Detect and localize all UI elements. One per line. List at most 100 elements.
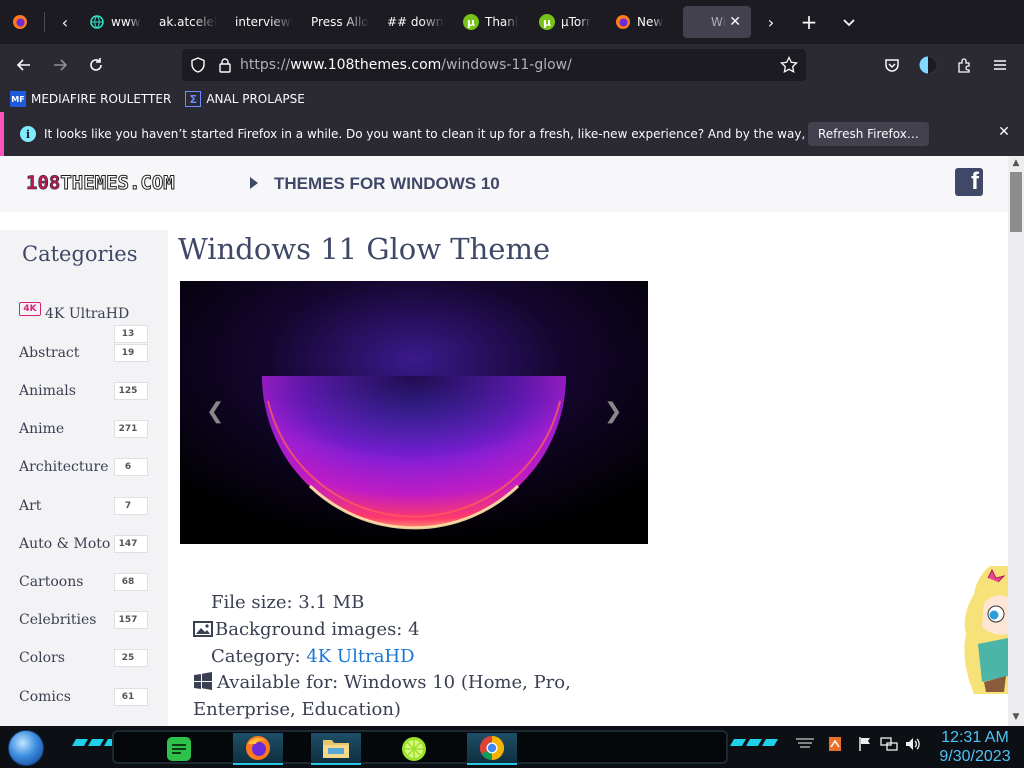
facebook-icon[interactable]: f xyxy=(955,168,983,196)
decorative-chevrons xyxy=(729,739,779,747)
utorrent-icon: µ xyxy=(463,14,479,30)
wallpaper-preview xyxy=(180,281,648,544)
firefox-view-icon[interactable] xyxy=(0,6,40,38)
network-icon[interactable] xyxy=(880,736,898,756)
show-desktop-icon[interactable] xyxy=(794,736,816,754)
tab-4[interactable]: Press Allo xyxy=(303,6,379,38)
category-abstract[interactable]: Abstract xyxy=(19,345,79,361)
refresh-firefox-button[interactable]: Refresh Firefox… xyxy=(808,122,929,146)
taskbar-file-explorer[interactable] xyxy=(311,733,361,765)
category-count: 271 xyxy=(114,420,148,438)
tab-title: Thanl xyxy=(485,15,519,29)
caret-right-icon xyxy=(250,177,258,189)
tab-7[interactable]: µ µTorr xyxy=(531,6,607,38)
pocket-icon[interactable] xyxy=(874,49,910,81)
carousel-prev-icon[interactable]: ❮ xyxy=(206,399,224,424)
available-for-continued: Enterprise, Education) xyxy=(193,699,401,720)
category-label: Category: xyxy=(211,646,307,667)
bookmark-label: ANAL PROLAPSE xyxy=(206,92,305,106)
tab-title: New xyxy=(637,15,664,29)
extensions-icon[interactable] xyxy=(946,49,982,81)
category-anime[interactable]: Anime xyxy=(19,421,64,437)
tray-app-icon[interactable] xyxy=(828,736,842,756)
section-link[interactable]: THEMES FOR WINDOWS 10 xyxy=(274,174,500,194)
taskbar-lime-app[interactable] xyxy=(389,733,439,765)
taskbar-chrome[interactable] xyxy=(467,733,517,765)
scrollbar-thumb[interactable] xyxy=(1010,172,1022,232)
url-scheme: https:// xyxy=(240,57,291,73)
tab-title: ## downl xyxy=(387,15,445,29)
list-tabs-icon[interactable] xyxy=(833,6,865,38)
url-bar[interactable]: https://www.108themes.com/windows-11-glo… xyxy=(182,49,806,81)
category-count: 13 xyxy=(114,325,148,343)
page-title: Windows 11 Glow Theme xyxy=(178,232,551,266)
category-count: 68 xyxy=(114,573,148,591)
start-button[interactable] xyxy=(8,730,44,766)
globe-icon xyxy=(89,14,105,30)
close-tab-icon[interactable]: ✕ xyxy=(729,14,741,30)
system-clock[interactable]: 12:31 AM 9/30/2023 xyxy=(930,728,1020,766)
category-count: 61 xyxy=(114,688,148,706)
category-cartoons[interactable]: Cartoons xyxy=(19,574,83,590)
lock-icon[interactable] xyxy=(218,57,232,73)
carousel-next-icon[interactable]: ❯ xyxy=(604,399,622,424)
4k-badge-icon: 4K xyxy=(19,302,41,316)
reload-icon[interactable] xyxy=(78,49,114,81)
category-link[interactable]: 4K UltraHD xyxy=(306,646,414,667)
tab-title: Wi xyxy=(711,15,726,29)
page-scrollbar[interactable]: ▲ ▼ xyxy=(1008,156,1024,726)
navigation-toolbar: https://www.108themes.com/windows-11-glo… xyxy=(0,44,1024,86)
category-count: 7 xyxy=(114,497,148,515)
firefox-icon xyxy=(246,736,270,760)
account-icon[interactable] xyxy=(910,49,946,81)
category-colors[interactable]: Colors xyxy=(19,650,65,666)
tab-2[interactable]: ak.atceleb xyxy=(151,6,227,38)
scroll-tabs-left-icon[interactable]: ‹ xyxy=(49,6,81,38)
menu-icon[interactable] xyxy=(982,49,1018,81)
category-4k-ultrahd[interactable]: 4K UltraHD xyxy=(45,306,129,322)
chrome-icon xyxy=(479,736,505,760)
notification-bar: i It looks like you haven’t started Fire… xyxy=(0,112,1024,156)
tab-8[interactable]: New xyxy=(607,6,683,38)
tracking-protection-icon[interactable] xyxy=(190,57,206,73)
bookmark-second[interactable]: Σ ANAL PROLAPSE xyxy=(185,91,305,107)
category-comics[interactable]: Comics xyxy=(19,689,71,705)
scroll-down-icon[interactable]: ▼ xyxy=(1008,712,1024,722)
volume-icon[interactable] xyxy=(904,736,922,756)
mf-icon: MF xyxy=(10,91,26,107)
category-celebrities[interactable]: Celebrities xyxy=(19,612,96,628)
notes-icon xyxy=(167,737,191,761)
close-icon[interactable]: ✕ xyxy=(994,124,1014,140)
mascot-sticker-image xyxy=(964,566,1008,694)
tab-6[interactable]: µ Thanl xyxy=(455,6,531,38)
bookmark-mediafire[interactable]: MF MEDIAFIRE ROULETTER xyxy=(10,91,171,107)
tab-active[interactable]: Wi ✕ xyxy=(683,6,751,38)
url-text[interactable]: https://www.108themes.com/windows-11-glo… xyxy=(240,57,572,73)
tab-5[interactable]: ## downl xyxy=(379,6,455,38)
taskbar-notes-app[interactable] xyxy=(154,733,204,765)
category-auto-moto[interactable]: Auto & Moto xyxy=(19,536,110,552)
image-icon xyxy=(193,621,215,642)
lime-icon xyxy=(402,737,426,761)
category-animals[interactable]: Animals xyxy=(19,383,76,399)
available-row: Available for: Windows 10 (Home, Pro, xyxy=(193,672,571,695)
url-path: /windows-11-glow/ xyxy=(441,57,572,73)
scroll-up-icon[interactable]: ▲ xyxy=(1008,158,1024,168)
back-icon[interactable] xyxy=(6,49,42,81)
tab-1[interactable]: www. xyxy=(81,6,151,38)
tab-3[interactable]: interviewh xyxy=(227,6,303,38)
new-tab-icon[interactable]: + xyxy=(793,6,825,38)
scroll-tabs-right-icon[interactable]: › xyxy=(755,6,787,38)
site-logo[interactable]: 108THEMES.COM xyxy=(26,172,176,195)
taskbar-firefox[interactable] xyxy=(233,733,283,765)
category-architecture[interactable]: Architecture xyxy=(19,459,109,475)
forward-icon[interactable] xyxy=(42,49,78,81)
background-images: Background images: 4 xyxy=(215,619,420,640)
category-art[interactable]: Art xyxy=(19,498,41,514)
category-count: 6 xyxy=(114,458,148,476)
bookmark-star-icon[interactable] xyxy=(780,56,798,74)
flag-icon[interactable] xyxy=(858,736,872,756)
sidebar-title: Categories xyxy=(22,242,138,266)
image-carousel: ❮ ❯ xyxy=(180,281,648,544)
background-images-row: Background images: 4 xyxy=(193,619,420,642)
